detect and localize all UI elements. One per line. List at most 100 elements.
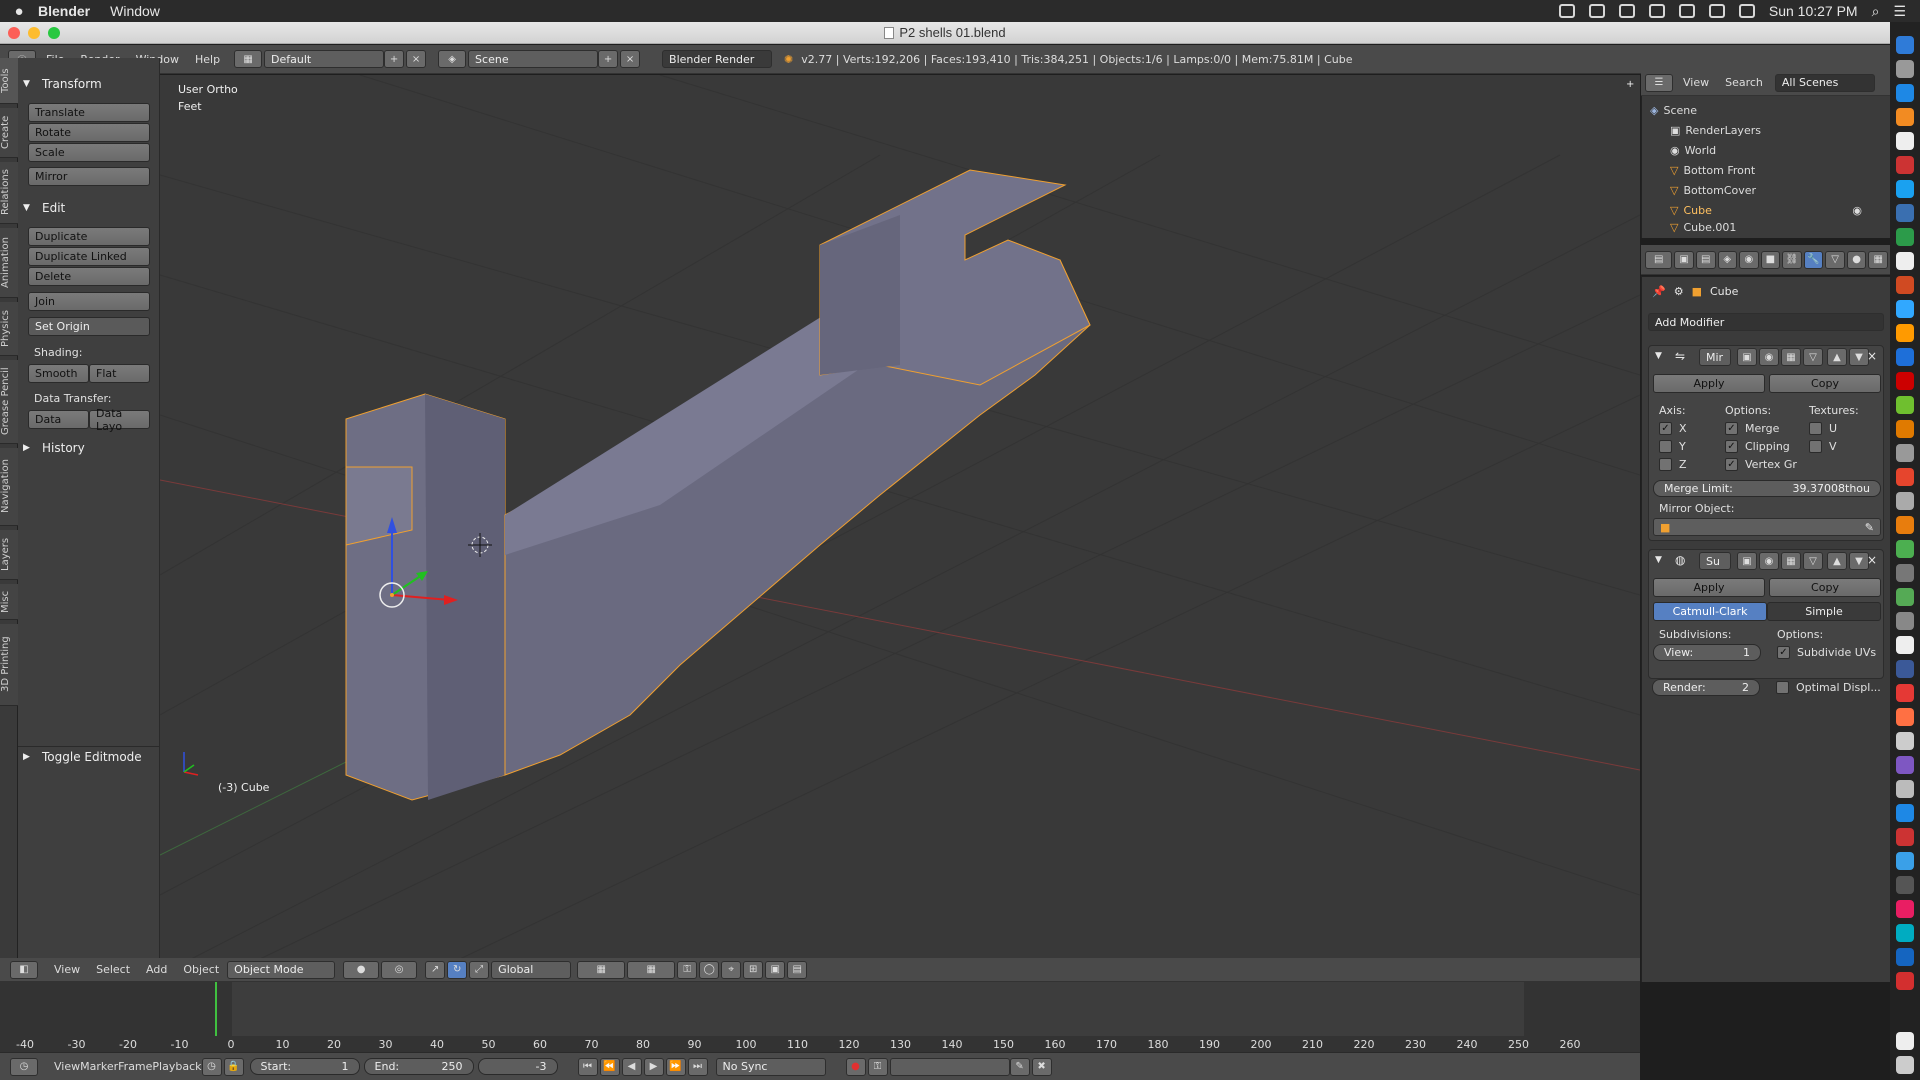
help-menu[interactable]: Help	[195, 53, 220, 66]
app-icon-30[interactable]	[1896, 732, 1914, 750]
outliner-item-bottom-front[interactable]: ▽ Bottom Front	[1642, 160, 1872, 180]
clock[interactable]: Sun 10:27 PM	[1769, 3, 1858, 19]
texture-u-checkbox[interactable]	[1809, 422, 1822, 435]
app-icon-28[interactable]	[1896, 684, 1914, 702]
add-layout-icon[interactable]: +	[384, 50, 405, 68]
app-icon-25[interactable]	[1896, 612, 1914, 630]
prev-keyframe-icon[interactable]: ⏪	[599, 1057, 620, 1076]
delete-button[interactable]: Delete	[28, 267, 150, 286]
bluetooth-icon[interactable]	[1678, 4, 1695, 18]
move-up-icon[interactable]: ▲	[1827, 348, 1847, 366]
lock-icon[interactable]: ⚿	[677, 960, 698, 979]
object-tab-icon[interactable]: ■	[1760, 250, 1781, 269]
outliner-item-world[interactable]: ◉ World	[1642, 140, 1872, 160]
finder-icon[interactable]	[1896, 36, 1914, 54]
merge-limit-slider[interactable]: Merge Limit: 39.37008thou	[1653, 480, 1881, 497]
photoshop-icon[interactable]	[1896, 300, 1914, 318]
marker-menu[interactable]: Marker	[80, 1060, 118, 1073]
app-icon-40[interactable]	[1896, 972, 1914, 990]
catmull-clark-button[interactable]: Catmull-Clark	[1653, 602, 1767, 621]
layers-grid-2-icon[interactable]: ▦	[627, 960, 676, 979]
remove-modifier-icon[interactable]: ×	[1867, 349, 1877, 363]
subdivide-uvs-checkbox[interactable]: ✓	[1777, 646, 1790, 659]
subsurf-apply-button[interactable]: Apply	[1653, 578, 1765, 597]
play-icon[interactable]: ▶	[643, 1057, 664, 1076]
delete-keyframe-icon[interactable]: ✖	[1031, 1057, 1052, 1076]
pivot-icon[interactable]: ◎	[381, 960, 418, 979]
app-icon-34[interactable]	[1896, 828, 1914, 846]
creative-cloud-icon[interactable]	[1558, 4, 1575, 18]
manipulator-rotate-icon[interactable]: ↻	[447, 960, 468, 979]
app-menu[interactable]: Blender	[38, 3, 90, 19]
manipulator-translate-icon[interactable]: ↗	[425, 960, 446, 979]
tab-misc[interactable]: Misc	[0, 584, 18, 620]
axis-x-checkbox[interactable]: ✓	[1659, 422, 1672, 435]
merge-checkbox[interactable]: ✓	[1725, 422, 1738, 435]
mirror-modifier-name[interactable]: Mir	[1699, 348, 1731, 366]
app-icon-24[interactable]	[1896, 588, 1914, 606]
scale-button[interactable]: Scale	[28, 143, 150, 162]
mirror-button[interactable]: Mirror	[28, 167, 150, 186]
texture-tab-icon[interactable]: ▦	[1868, 250, 1888, 269]
transform-orientation-dropdown[interactable]: Global	[491, 960, 572, 979]
flat-button[interactable]: Flat	[89, 364, 150, 383]
collapse-triangle-icon[interactable]: ▼	[1655, 555, 1662, 565]
translate-button[interactable]: Translate	[28, 103, 150, 122]
calendar-icon[interactable]	[1896, 156, 1914, 174]
simple-button[interactable]: Simple	[1767, 602, 1881, 621]
outliner-item-scene[interactable]: ◈ Scene	[1642, 100, 1872, 120]
data-layout-button[interactable]: Data Layo	[89, 407, 150, 433]
wifi-icon[interactable]	[1708, 4, 1725, 18]
app-icon-31[interactable]	[1896, 756, 1914, 774]
word-icon[interactable]	[1896, 204, 1914, 222]
texture-v-checkbox[interactable]	[1809, 440, 1822, 453]
camera-icon[interactable]	[1588, 4, 1605, 18]
frame-menu[interactable]: Frame	[118, 1060, 152, 1073]
spotlight-icon[interactable]: ⌕	[1872, 3, 1880, 20]
object-menu[interactable]: Object	[183, 963, 219, 976]
indesign-icon[interactable]	[1896, 348, 1914, 366]
skype-icon[interactable]	[1896, 180, 1914, 198]
illustrator-icon[interactable]	[1896, 324, 1914, 342]
keying-set-field[interactable]	[889, 1057, 1010, 1076]
app-icon-38[interactable]	[1896, 924, 1914, 942]
layers-tab-icon[interactable]: ▤	[1695, 250, 1716, 269]
app-icon-26[interactable]	[1896, 636, 1914, 654]
jump-end-icon[interactable]: ⏭	[687, 1057, 708, 1076]
apple-icon[interactable]: ●	[0, 3, 38, 20]
optimal-display-checkbox[interactable]	[1776, 681, 1789, 694]
opengl-render-icon[interactable]: ▤	[787, 960, 808, 979]
view-menu[interactable]: View	[54, 963, 80, 976]
move-down-icon[interactable]: ▼	[1849, 552, 1869, 570]
keying-set-icon[interactable]: ⚿	[867, 1057, 888, 1076]
transform-panel-header[interactable]: ▼ Transform	[18, 74, 160, 94]
trash-icon[interactable]	[1896, 1056, 1914, 1074]
safari-icon[interactable]	[1896, 84, 1914, 102]
viewport-shading-icon[interactable]: ●	[343, 960, 380, 979]
tab-3d-printing[interactable]: 3D Printing	[0, 624, 18, 706]
add-modifier-dropdown[interactable]: Add Modifier	[1648, 313, 1884, 331]
screen-layout-icon[interactable]: ▦	[234, 50, 263, 68]
timeline-view-menu[interactable]: View	[54, 1060, 80, 1073]
outliner-search-menu[interactable]: Search	[1725, 76, 1763, 89]
powerpoint-icon[interactable]	[1896, 276, 1914, 294]
drive-icon[interactable]	[1618, 4, 1635, 18]
data-button[interactable]: Data	[28, 410, 89, 429]
bridge-icon[interactable]	[1896, 420, 1914, 438]
constraints-tab-icon[interactable]: ⛓	[1782, 250, 1802, 269]
sync-mode-dropdown[interactable]: No Sync	[715, 1057, 826, 1076]
tab-animation[interactable]: Animation	[0, 228, 18, 298]
proportional-edit-icon[interactable]: ◯	[699, 960, 720, 979]
timeline[interactable]: -40 -30 -20 -10 0 10 20 30 40 50 60 70 8…	[0, 982, 1640, 1052]
data-tab-icon[interactable]: ▽	[1825, 250, 1845, 269]
outliner-filter-dropdown[interactable]: All Scenes	[1774, 73, 1875, 92]
mirror-copy-button[interactable]: Copy	[1769, 374, 1881, 393]
material-tab-icon[interactable]: ●	[1846, 250, 1867, 269]
preview-range-icon[interactable]: ◷	[201, 1057, 222, 1076]
app-icon-29[interactable]	[1896, 708, 1914, 726]
next-keyframe-icon[interactable]: ⏩	[665, 1057, 686, 1076]
toggle-editmode-panel[interactable]: ▶ Toggle Editmode	[18, 746, 160, 766]
app-icon-32[interactable]	[1896, 780, 1914, 798]
pin-icon[interactable]: 📌	[1652, 285, 1666, 298]
vertex-groups-checkbox[interactable]: ✓	[1725, 458, 1738, 471]
